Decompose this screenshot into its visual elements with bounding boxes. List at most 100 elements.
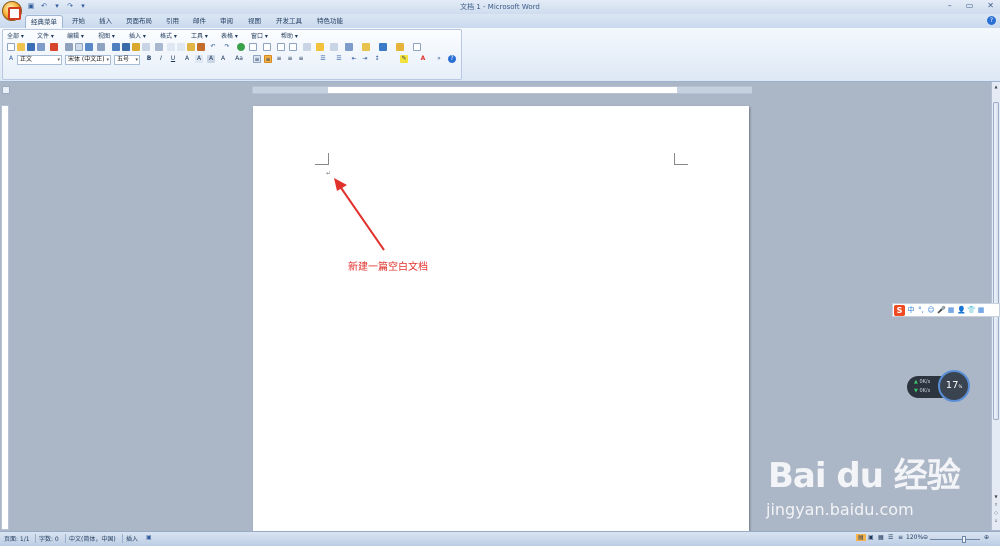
font-combo[interactable]: 宋体 (中文正) ▾ <box>65 55 111 65</box>
help-icon[interactable]: ? <box>987 16 996 25</box>
paste2-icon[interactable] <box>187 43 195 51</box>
paste-icon[interactable] <box>132 43 140 51</box>
brush-icon[interactable] <box>197 43 205 51</box>
menu-format[interactable]: 格式 ▾ <box>160 31 177 40</box>
ime-punctuation-icon[interactable]: °, <box>917 306 925 314</box>
status-insert-mode[interactable]: 插入 <box>126 534 138 543</box>
horizontal-ruler[interactable] <box>252 86 752 94</box>
prev-page-icon[interactable]: ⇑ <box>993 502 999 508</box>
new-document-icon[interactable] <box>7 43 15 51</box>
cpu-gauge[interactable]: 17% <box>938 370 970 402</box>
bullets-icon[interactable]: ☰ <box>335 55 343 63</box>
menu-insert[interactable]: 插入 ▾ <box>129 31 146 40</box>
columns-icon[interactable] <box>277 43 285 51</box>
next-page-icon[interactable]: ⇓ <box>993 518 999 524</box>
view-outline-icon[interactable]: ☰ <box>888 534 893 541</box>
undo-icon[interactable]: ↶ <box>209 43 217 51</box>
line-spacing-icon[interactable]: ↕ <box>373 55 381 63</box>
drawing-icon[interactable] <box>289 43 297 51</box>
macro-record-icon[interactable]: ▣ <box>146 534 152 541</box>
tab-home[interactable]: 开始 <box>72 15 85 28</box>
ime-emoji-icon[interactable]: ☺ <box>927 306 935 314</box>
show-paragraph-icon[interactable] <box>303 43 311 51</box>
justify-icon[interactable]: ≡ <box>286 55 294 63</box>
table-icon[interactable] <box>249 43 257 51</box>
tab-insert[interactable]: 插入 <box>99 15 112 28</box>
styles-icon[interactable]: A <box>7 55 15 63</box>
tab-review[interactable]: 审阅 <box>220 15 233 28</box>
close-button[interactable]: ✕ <box>987 1 994 10</box>
text-highlight-icon[interactable]: ✎ <box>400 55 408 63</box>
permission-icon[interactable] <box>37 43 45 51</box>
cut-icon[interactable] <box>112 43 120 51</box>
menu-view[interactable]: 视图 ▾ <box>98 31 115 40</box>
highlight-icon[interactable] <box>316 43 324 51</box>
page-icon[interactable] <box>413 43 421 51</box>
browse-object-icon[interactable]: ○ <box>993 510 999 516</box>
text-box-icon[interactable] <box>396 43 404 51</box>
scroll-thumb[interactable] <box>993 102 999 420</box>
align-left-icon[interactable]: ≡ <box>253 55 261 63</box>
thumbnail-icon[interactable] <box>345 43 353 51</box>
zoom-level[interactable]: 120% <box>906 534 923 541</box>
hyperlink-icon[interactable] <box>237 43 245 51</box>
print-icon[interactable] <box>65 43 73 51</box>
tab-mailings[interactable]: 邮件 <box>193 15 206 28</box>
shapes-icon[interactable] <box>379 43 387 51</box>
menu-help[interactable]: 帮助 ▾ <box>281 31 298 40</box>
zoom-icon[interactable] <box>330 43 338 51</box>
font-color-a-icon[interactable]: A <box>183 55 191 63</box>
align-center-icon[interactable]: ≡ <box>264 55 272 63</box>
menu-all[interactable]: 全部 ▾ <box>7 31 24 40</box>
print-preview-icon[interactable] <box>75 43 83 51</box>
underline-icon[interactable]: U <box>169 55 177 63</box>
vertical-ruler[interactable] <box>1 105 9 530</box>
distribute-icon[interactable]: ≡ <box>297 55 305 63</box>
align-right-icon[interactable]: ≡ <box>275 55 283 63</box>
envelope-icon[interactable] <box>362 43 370 51</box>
ime-toolbar[interactable]: S 中 °, ☺ 🎤 ▦ 👤 👕 ▦ <box>892 303 1000 317</box>
ime-user-icon[interactable]: 👤 <box>957 306 966 314</box>
view-full-screen-icon[interactable]: ▣ <box>868 534 874 541</box>
spelling-icon[interactable] <box>85 43 93 51</box>
status-page[interactable]: 页面: 1/1 <box>4 534 30 543</box>
numbering-icon[interactable]: ☰ <box>319 55 327 63</box>
phonetic-icon[interactable]: A <box>219 55 227 63</box>
change-case-icon[interactable]: Aa <box>233 55 245 63</box>
view-draft-icon[interactable]: ≡ <box>898 534 903 541</box>
open-folder-icon[interactable] <box>17 43 25 51</box>
zoom-slider[interactable] <box>930 536 980 543</box>
save-icon[interactable] <box>27 43 35 51</box>
char-border-icon[interactable]: A <box>195 55 203 63</box>
zoom-slider-knob[interactable] <box>962 536 966 543</box>
tab-classic-menu[interactable]: 经典菜单 <box>25 15 63 28</box>
italic-icon[interactable]: I <box>157 55 165 63</box>
insert-excel-icon[interactable] <box>263 43 271 51</box>
zoom-out-icon[interactable]: ⊖ <box>923 534 928 541</box>
ime-voice-icon[interactable]: 🎤 <box>937 306 946 314</box>
menu-edit[interactable]: 编辑 ▾ <box>67 31 84 40</box>
ime-keyboard-icon[interactable]: ▦ <box>947 306 955 314</box>
copy2-icon[interactable] <box>177 43 185 51</box>
redo-icon[interactable]: ↷ <box>223 43 231 51</box>
zoom-in-icon[interactable]: ⊕ <box>984 534 989 541</box>
menu-window[interactable]: 窗口 ▾ <box>251 31 268 40</box>
increase-indent-icon[interactable]: ⇥ <box>361 55 369 63</box>
menu-file[interactable]: 文件 ▾ <box>37 31 54 40</box>
office-help-icon[interactable]: ? <box>448 55 456 63</box>
tab-special-features[interactable]: 特色功能 <box>317 15 343 28</box>
research-icon[interactable] <box>97 43 105 51</box>
minimize-button[interactable]: – <box>948 1 952 10</box>
scissors-icon[interactable] <box>167 43 175 51</box>
scroll-up-icon[interactable]: ▲ <box>993 84 999 90</box>
sogou-logo-icon[interactable]: S <box>894 304 905 316</box>
menu-tools[interactable]: 工具 ▾ <box>191 31 208 40</box>
decrease-indent-icon[interactable]: ⇤ <box>350 55 358 63</box>
tab-developer[interactable]: 开发工具 <box>276 15 302 28</box>
clear-icon[interactable] <box>155 43 163 51</box>
pdf-icon[interactable] <box>50 43 58 51</box>
office-button[interactable] <box>2 1 22 21</box>
ime-toolbox-icon[interactable]: ▦ <box>977 306 985 314</box>
view-print-layout-icon[interactable]: ▤ <box>856 534 866 541</box>
status-word-count[interactable]: 字数: 0 <box>39 534 59 543</box>
